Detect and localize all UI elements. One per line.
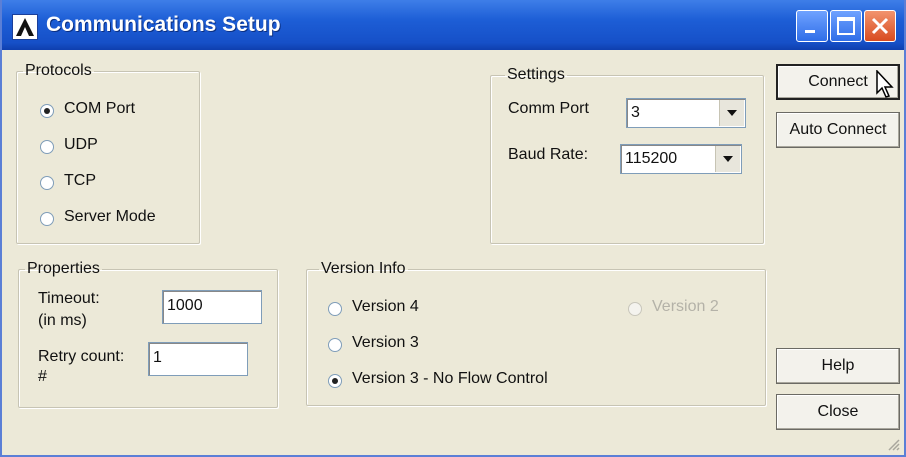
radio-label-tcp[interactable]: TCP	[64, 172, 96, 190]
radio-label-version-3[interactable]: Version 3	[352, 334, 419, 352]
baud-rate-select[interactable]: 115200	[620, 144, 742, 174]
help-button[interactable]: Help	[776, 348, 900, 384]
protocols-legend: Protocols	[25, 62, 92, 79]
retry-count-hash-label: #	[38, 368, 47, 385]
version-info-legend: Version Info	[321, 260, 406, 277]
close-button[interactable]: Close	[776, 394, 900, 430]
minimize-button[interactable]	[796, 10, 828, 42]
app-logo-icon	[12, 14, 38, 40]
comm-port-value: 3	[631, 104, 640, 121]
comm-port-label: Comm Port	[508, 100, 589, 117]
radio-version-3[interactable]	[328, 338, 342, 352]
properties-legend: Properties	[27, 260, 100, 277]
baud-rate-label: Baud Rate:	[508, 146, 589, 163]
radio-version-2	[628, 302, 642, 316]
retry-count-input[interactable]: 1	[148, 342, 248, 376]
timeout-unit-label: (in ms)	[38, 312, 87, 329]
radio-label-udp[interactable]: UDP	[64, 136, 98, 154]
radio-label-version-2: Version 2	[652, 298, 719, 315]
radio-tcp[interactable]	[40, 176, 54, 190]
retry-count-label: Retry count:	[38, 348, 125, 365]
radio-label-com-port[interactable]: COM Port	[64, 100, 135, 118]
mouse-cursor-icon	[876, 70, 894, 98]
radio-server-mode[interactable]	[40, 212, 54, 226]
close-window-button[interactable]	[864, 10, 896, 42]
comm-port-dropdown-arrow[interactable]	[719, 100, 744, 126]
maximize-icon	[837, 17, 855, 35]
title-bar[interactable]: Communications Setup	[2, 0, 904, 50]
chevron-down-icon	[723, 156, 733, 162]
radio-label-server-mode[interactable]: Server Mode	[64, 208, 156, 226]
radio-version-3-no-flow[interactable]	[328, 374, 342, 388]
window-title: Communications Setup	[46, 13, 281, 36]
chevron-down-icon	[727, 110, 737, 116]
radio-label-version-3-no-flow[interactable]: Version 3 - No Flow Control	[352, 370, 548, 388]
radio-udp[interactable]	[40, 140, 54, 154]
dialog-body: Protocols COM Port UDP TCP Server Mode S…	[2, 50, 904, 455]
baud-rate-dropdown-arrow[interactable]	[715, 146, 740, 172]
maximize-button[interactable]	[830, 10, 862, 42]
timeout-input[interactable]: 1000	[162, 290, 262, 324]
communications-setup-window: Communications Setup Protocols COM Port …	[0, 0, 906, 457]
timeout-label: Timeout:	[38, 290, 100, 307]
comm-port-select[interactable]: 3	[626, 98, 746, 128]
radio-label-version-4[interactable]: Version 4	[352, 298, 419, 316]
auto-connect-button[interactable]: Auto Connect	[776, 112, 900, 148]
minimize-icon	[805, 30, 815, 33]
settings-legend: Settings	[507, 66, 565, 83]
baud-rate-value: 115200	[625, 150, 678, 167]
properties-group: Properties	[18, 260, 278, 408]
radio-com-port[interactable]	[40, 104, 54, 118]
resize-grip-icon[interactable]	[886, 437, 900, 451]
radio-version-4[interactable]	[328, 302, 342, 316]
close-icon	[871, 17, 889, 35]
